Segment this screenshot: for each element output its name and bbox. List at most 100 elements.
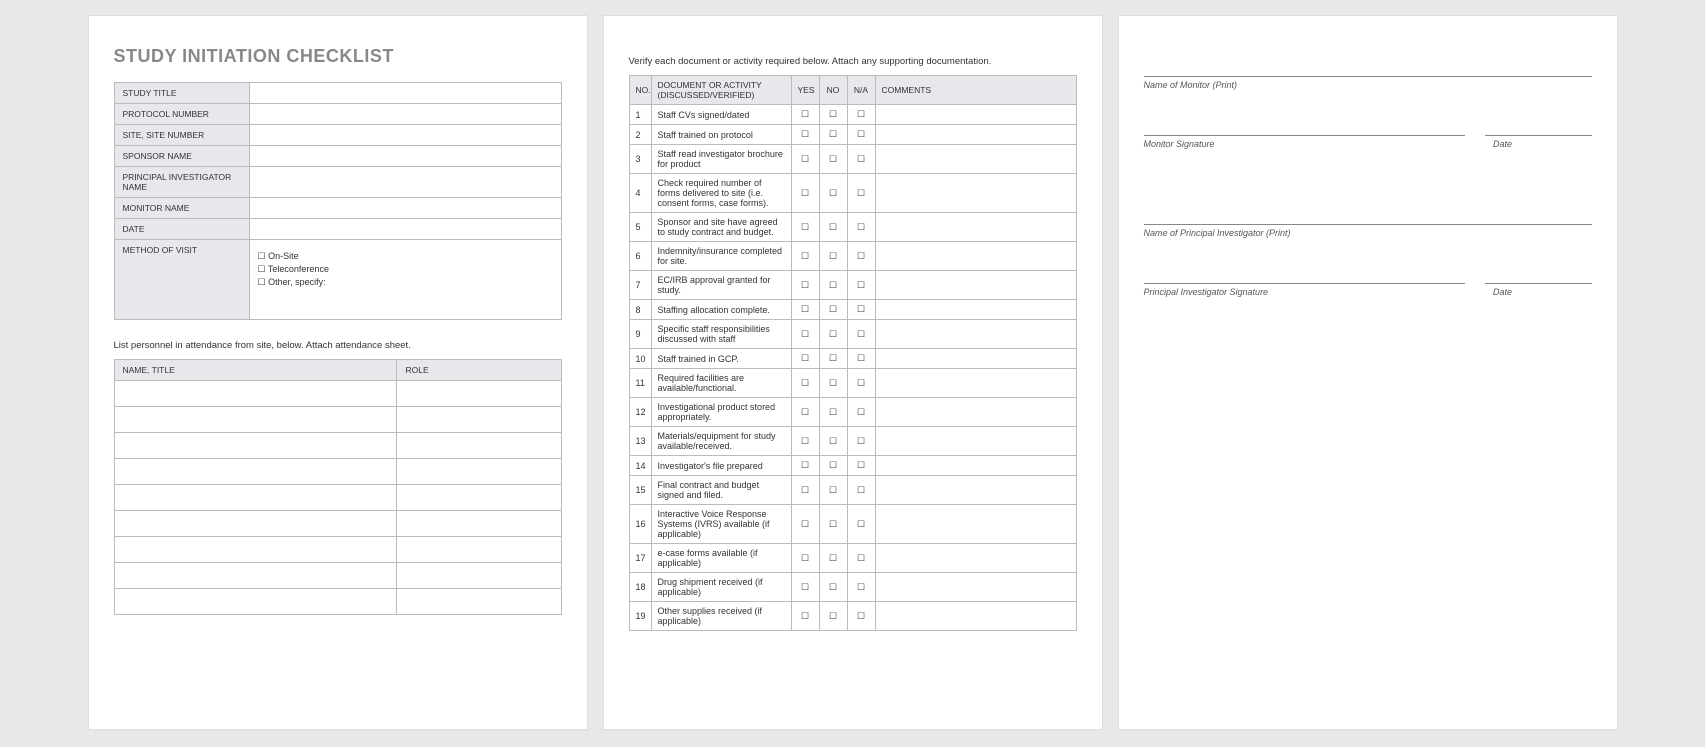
checkbox-no[interactable]: ☐	[819, 544, 847, 573]
checkbox-na[interactable]: ☐	[847, 145, 875, 174]
checklist-comments[interactable]	[875, 398, 1076, 427]
info-value[interactable]	[249, 219, 561, 240]
personnel-role-cell[interactable]	[397, 589, 561, 615]
checkbox-yes[interactable]: ☐	[791, 213, 819, 242]
method-option[interactable]: ☐ Teleconference	[258, 264, 553, 275]
info-value[interactable]	[249, 198, 561, 219]
personnel-name-cell[interactable]	[114, 485, 397, 511]
checkbox-yes[interactable]: ☐	[791, 105, 819, 125]
checkbox-yes[interactable]: ☐	[791, 369, 819, 398]
checkbox-na[interactable]: ☐	[847, 456, 875, 476]
checkbox-yes[interactable]: ☐	[791, 505, 819, 544]
info-value[interactable]	[249, 104, 561, 125]
checkbox-no[interactable]: ☐	[819, 105, 847, 125]
checkbox-no[interactable]: ☐	[819, 320, 847, 349]
personnel-name-cell[interactable]	[114, 511, 397, 537]
checkbox-no[interactable]: ☐	[819, 427, 847, 456]
personnel-role-cell[interactable]	[397, 407, 561, 433]
personnel-name-cell[interactable]	[114, 537, 397, 563]
checkbox-na[interactable]: ☐	[847, 271, 875, 300]
personnel-role-cell[interactable]	[397, 511, 561, 537]
checklist-comments[interactable]	[875, 125, 1076, 145]
checkbox-na[interactable]: ☐	[847, 476, 875, 505]
checkbox-na[interactable]: ☐	[847, 174, 875, 213]
checkbox-no[interactable]: ☐	[819, 213, 847, 242]
personnel-role-cell[interactable]	[397, 459, 561, 485]
checkbox-na[interactable]: ☐	[847, 105, 875, 125]
checkbox-no[interactable]: ☐	[819, 349, 847, 369]
checkbox-no[interactable]: ☐	[819, 573, 847, 602]
checkbox-yes[interactable]: ☐	[791, 602, 819, 631]
checkbox-yes[interactable]: ☐	[791, 145, 819, 174]
checklist-comments[interactable]	[875, 300, 1076, 320]
checkbox-no[interactable]: ☐	[819, 476, 847, 505]
checklist-comments[interactable]	[875, 242, 1076, 271]
checkbox-yes[interactable]: ☐	[791, 174, 819, 213]
checkbox-na[interactable]: ☐	[847, 125, 875, 145]
checkbox-no[interactable]: ☐	[819, 174, 847, 213]
checklist-comments[interactable]	[875, 105, 1076, 125]
checkbox-yes[interactable]: ☐	[791, 320, 819, 349]
personnel-name-cell[interactable]	[114, 433, 397, 459]
personnel-name-cell[interactable]	[114, 563, 397, 589]
checkbox-no[interactable]: ☐	[819, 398, 847, 427]
checkbox-na[interactable]: ☐	[847, 300, 875, 320]
checkbox-no[interactable]: ☐	[819, 369, 847, 398]
info-value[interactable]	[249, 167, 561, 198]
checklist-comments[interactable]	[875, 320, 1076, 349]
personnel-role-cell[interactable]	[397, 381, 561, 407]
checkbox-yes[interactable]: ☐	[791, 300, 819, 320]
personnel-name-cell[interactable]	[114, 381, 397, 407]
checkbox-na[interactable]: ☐	[847, 398, 875, 427]
checklist-comments[interactable]	[875, 427, 1076, 456]
checkbox-yes[interactable]: ☐	[791, 271, 819, 300]
checkbox-yes[interactable]: ☐	[791, 544, 819, 573]
checklist-comments[interactable]	[875, 349, 1076, 369]
personnel-name-cell[interactable]	[114, 407, 397, 433]
checkbox-no[interactable]: ☐	[819, 145, 847, 174]
checkbox-no[interactable]: ☐	[819, 300, 847, 320]
checklist-comments[interactable]	[875, 145, 1076, 174]
checklist-comments[interactable]	[875, 456, 1076, 476]
checkbox-no[interactable]: ☐	[819, 505, 847, 544]
personnel-name-cell[interactable]	[114, 589, 397, 615]
checklist-comments[interactable]	[875, 573, 1076, 602]
checkbox-yes[interactable]: ☐	[791, 427, 819, 456]
checklist-comments[interactable]	[875, 602, 1076, 631]
checkbox-yes[interactable]: ☐	[791, 125, 819, 145]
personnel-role-cell[interactable]	[397, 433, 561, 459]
checkbox-na[interactable]: ☐	[847, 427, 875, 456]
checkbox-na[interactable]: ☐	[847, 242, 875, 271]
checkbox-na[interactable]: ☐	[847, 602, 875, 631]
checklist-comments[interactable]	[875, 174, 1076, 213]
checklist-comments[interactable]	[875, 505, 1076, 544]
checkbox-yes[interactable]: ☐	[791, 456, 819, 476]
checkbox-yes[interactable]: ☐	[791, 573, 819, 602]
checkbox-na[interactable]: ☐	[847, 505, 875, 544]
checklist-comments[interactable]	[875, 369, 1076, 398]
method-option[interactable]: ☐ Other, specify:	[258, 277, 553, 288]
method-option[interactable]: ☐ On-Site	[258, 251, 553, 262]
checkbox-yes[interactable]: ☐	[791, 349, 819, 369]
personnel-role-cell[interactable]	[397, 485, 561, 511]
checkbox-no[interactable]: ☐	[819, 271, 847, 300]
checkbox-no[interactable]: ☐	[819, 242, 847, 271]
checkbox-na[interactable]: ☐	[847, 320, 875, 349]
checkbox-na[interactable]: ☐	[847, 349, 875, 369]
checklist-comments[interactable]	[875, 213, 1076, 242]
checklist-comments[interactable]	[875, 544, 1076, 573]
checkbox-na[interactable]: ☐	[847, 369, 875, 398]
info-value[interactable]	[249, 146, 561, 167]
checklist-comments[interactable]	[875, 476, 1076, 505]
info-value[interactable]	[249, 83, 561, 104]
checkbox-yes[interactable]: ☐	[791, 398, 819, 427]
checklist-comments[interactable]	[875, 271, 1076, 300]
personnel-role-cell[interactable]	[397, 537, 561, 563]
checkbox-yes[interactable]: ☐	[791, 476, 819, 505]
checkbox-no[interactable]: ☐	[819, 456, 847, 476]
checkbox-na[interactable]: ☐	[847, 213, 875, 242]
personnel-name-cell[interactable]	[114, 459, 397, 485]
checkbox-na[interactable]: ☐	[847, 544, 875, 573]
personnel-role-cell[interactable]	[397, 563, 561, 589]
checkbox-no[interactable]: ☐	[819, 602, 847, 631]
